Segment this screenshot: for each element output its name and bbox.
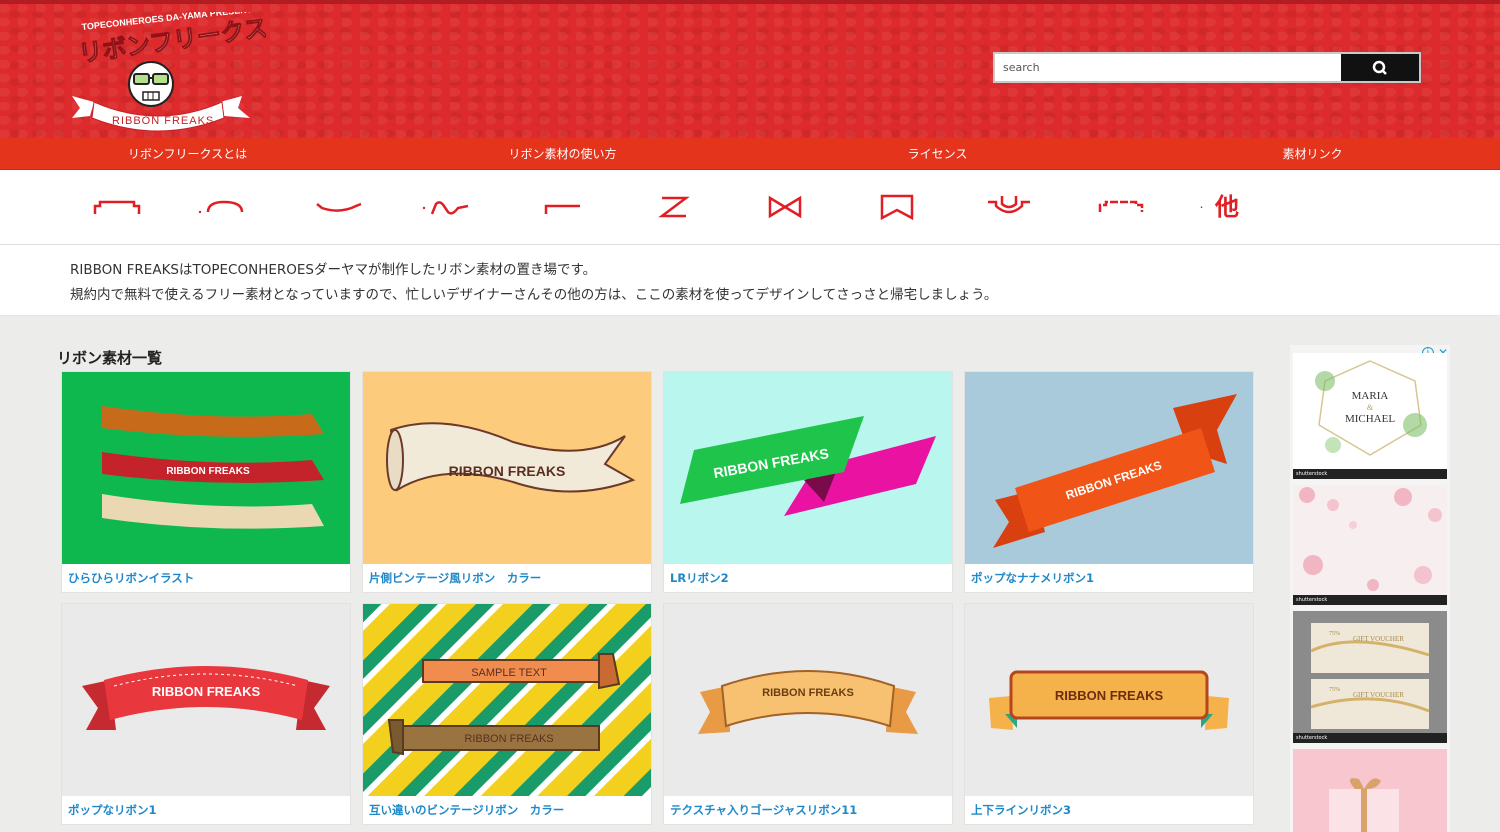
ad-card-voucher[interactable]: 75% GIFT VOUCHER 75% GIFT VOUCHER shutte… [1293, 611, 1447, 743]
ad-voucher-text: GIFT VOUCHER [1353, 635, 1404, 643]
nav-item-about[interactable]: リボンフリークスとは [0, 138, 375, 169]
card-thumbnail: RIBBON FREAKS [664, 372, 952, 564]
ad-card1-line1: MARIA [1352, 390, 1389, 402]
ribbon-card[interactable]: RIBBON FREAKS ひらひらリボンイラスト [61, 371, 351, 593]
ad-voucher-text: GIFT VOUCHER [1353, 691, 1404, 699]
card-thumbnail: RIBBON FREAKS [664, 604, 952, 796]
intro-line-1: RIBBON FREAKSはTOPECONHEROESダーヤマが制作したリボン素… [70, 262, 597, 278]
ribbon-card[interactable]: RIBBON FREAKS LRリボン2 [663, 371, 953, 593]
search-form [993, 52, 1421, 83]
search-input[interactable] [995, 54, 1341, 81]
ribbon-card[interactable]: SAMPLE TEXT RIBBON FREAKS 互い違いのビンテージリボン … [362, 603, 652, 825]
card-title-link[interactable]: 上下ラインリボン3 [965, 796, 1253, 824]
ribbon-card[interactable]: RIBBON FREAKS テクスチャ入りゴージャスリボン11 [663, 603, 953, 825]
card-thumbnail: RIBBON FREAKS [965, 604, 1253, 796]
shape-bow-icon[interactable] [760, 192, 810, 222]
thumb-text: RIBBON FREAKS [166, 466, 250, 477]
card-thumbnail: RIBBON FREAKS [62, 604, 350, 796]
dot-icon: · [1200, 203, 1204, 212]
site-header: TOPECONHEROES DA-YAMA PRESENTS リボンフリークス … [0, 0, 1500, 138]
thumb-sample-text: SAMPLE TEXT [471, 667, 547, 679]
search-button[interactable] [1341, 54, 1419, 81]
logo-mascot [128, 61, 174, 107]
thumb-text: RIBBON FREAKS [152, 684, 261, 699]
thumb-text: RIBBON FREAKS [449, 463, 566, 479]
card-title-link[interactable]: ポップなリボン1 [62, 796, 350, 824]
ribbon-card[interactable]: RIBBON FREAKS ポップなリボン1 [61, 603, 351, 825]
ad-card1-line2: MICHAEL [1345, 413, 1395, 425]
card-thumbnail: RIBBON FREAKS [62, 372, 350, 564]
ad-voucher-pct: 75% [1329, 687, 1340, 693]
intro-section: RIBBON FREAKSはTOPECONHEROESダーヤマが制作したリボン素… [0, 245, 1500, 316]
card-thumbnail: RIBBON FREAKS [363, 372, 651, 564]
nav-item-license[interactable]: ライセンス [750, 138, 1125, 169]
shape-other-label: 他 [1215, 193, 1240, 221]
ad-card-gift[interactable] [1293, 749, 1447, 832]
ribbon-card[interactable]: RIBBON FREAKS 片側ビンテージ風リボン カラー [362, 371, 652, 593]
ad-voucher-pct: 75% [1329, 631, 1340, 637]
intro-line-2: 規約内で無料で使えるフリー素材となっていますので、忙しいデザイナーさんその他の方… [70, 287, 998, 303]
card-title-link[interactable]: テクスチャ入りゴージャスリボン11 [664, 796, 952, 824]
search-icon [1372, 60, 1387, 75]
ad-stock-label: shutterstock [1293, 469, 1447, 479]
logo-banner-text: RIBBON FREAKS [112, 115, 214, 127]
ribbon-shape-nav: · 他 [0, 170, 1500, 245]
card-title-link[interactable]: LRリボン2 [664, 564, 952, 592]
shape-s-icon[interactable] [420, 192, 470, 222]
ribbon-list-heading: リボン素材一覧 [57, 349, 163, 367]
card-title-link[interactable]: 片側ビンテージ風リボン カラー [363, 564, 651, 592]
ad-card1-amp: & [1367, 403, 1374, 412]
shape-flat-icon[interactable] [92, 192, 142, 222]
site-logo[interactable]: TOPECONHEROES DA-YAMA PRESENTS リボンフリークス … [66, 4, 270, 136]
ribbon-card[interactable]: RIBBON FREAKS 上下ラインリボン3 [964, 603, 1254, 825]
card-thumbnail: RIBBON FREAKS [965, 372, 1253, 564]
shape-wave-icon[interactable] [314, 192, 364, 222]
shape-arch-icon[interactable] [196, 192, 246, 222]
card-title-link[interactable]: 互い違いのビンテージリボン カラー [363, 796, 651, 824]
ribbon-card[interactable]: RIBBON FREAKS ポップなナナメリボン1 [964, 371, 1254, 593]
ad-card-wedding[interactable]: MARIA & MICHAEL shutterstock [1293, 353, 1447, 479]
ad-column: i ✕ MARIA & MICHAEL shutterstock shutter… [1290, 345, 1450, 832]
ad-card-flowers[interactable]: shutterstock [1293, 485, 1447, 605]
nav-item-links[interactable]: 素材リンク [1125, 138, 1500, 169]
card-title-link[interactable]: ひらひらリボンイラスト [62, 564, 350, 592]
ad-stock-label: shutterstock [1293, 595, 1447, 605]
main-nav: リボンフリークスとは リボン素材の使い方 ライセンス 素材リンク [0, 138, 1500, 170]
card-thumbnail: SAMPLE TEXT RIBBON FREAKS [363, 604, 651, 796]
thumb-text: RIBBON FREAKS [464, 733, 553, 745]
shape-z-icon[interactable] [648, 192, 698, 222]
nav-item-usage[interactable]: リボン素材の使い方 [375, 138, 750, 169]
shape-step-icon[interactable] [540, 192, 590, 222]
shape-banner-icon[interactable] [872, 192, 922, 222]
thumb-text: RIBBON FREAKS [1055, 688, 1164, 703]
card-title-link[interactable]: ポップなナナメリボン1 [965, 564, 1253, 592]
shape-shield-icon[interactable] [984, 192, 1034, 222]
shape-other-link[interactable]: · 他 [1200, 192, 1250, 222]
ad-stock-label: shutterstock [1293, 733, 1447, 743]
thumb-text: RIBBON FREAKS [762, 687, 854, 699]
shape-steps-icon[interactable] [1096, 192, 1146, 222]
